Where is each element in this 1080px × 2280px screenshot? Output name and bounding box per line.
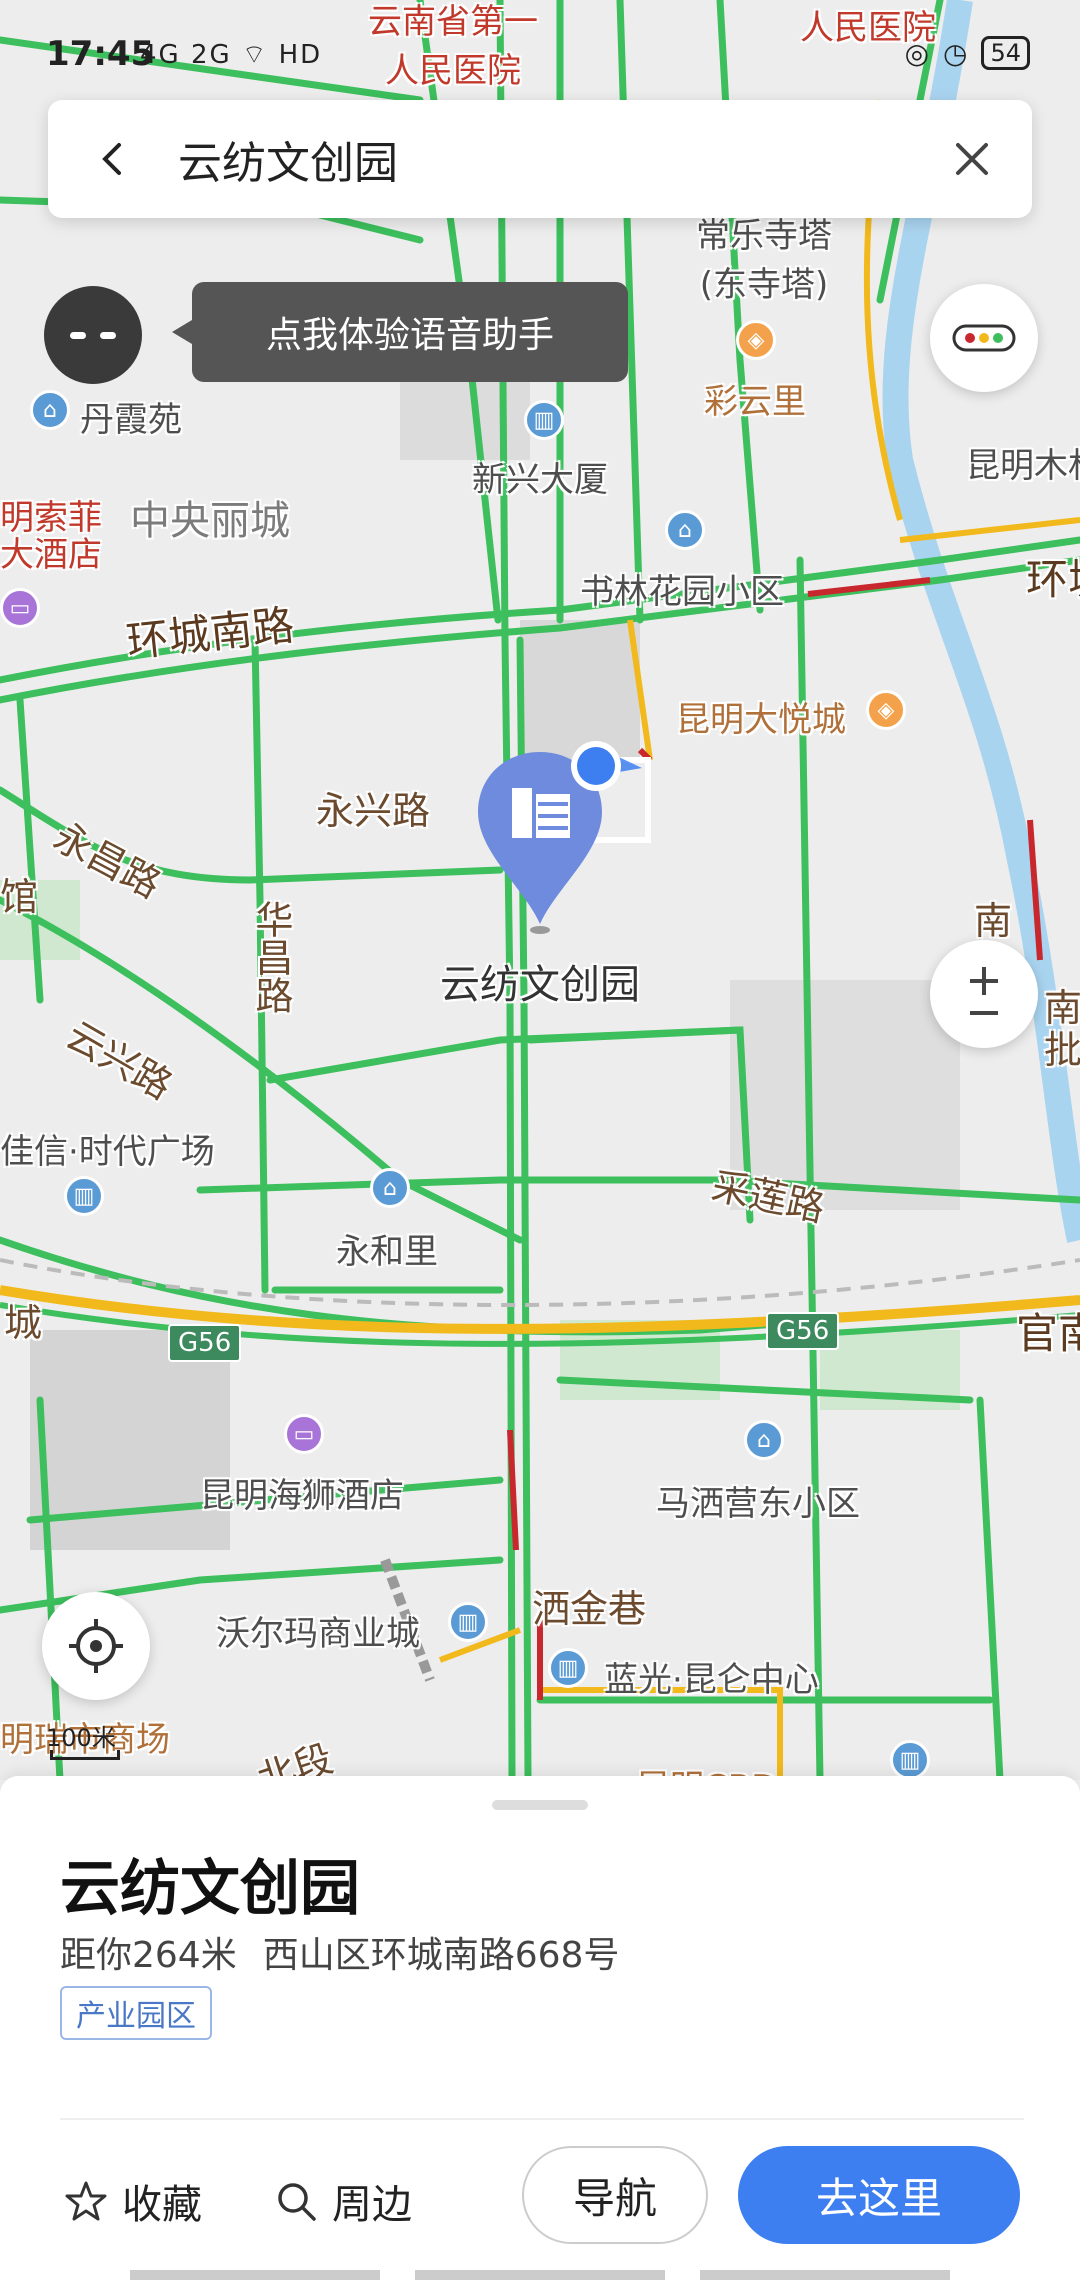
map-label-nanpi: 南 批	[1044, 986, 1080, 1072]
map-label-shulin: 书林花园小区	[580, 572, 784, 612]
map-view[interactable]: ⌂ ◈ ▥ ⌂ ▭ ◈ ▥ ⌂ ▭ ⌂ ▥ ▥ ▥ 云南省第一 人民医院 人民医…	[0, 0, 1080, 1780]
shopping-icon: ◈	[736, 320, 776, 360]
map-label-zhongyang: 中央丽城	[130, 498, 290, 544]
map-label-huachang-road: 华昌路	[249, 900, 293, 1014]
building-icon: ▥	[448, 1602, 488, 1642]
map-label-masaiying: 马洒营东小区	[656, 1484, 860, 1524]
favorite-label: 收藏	[122, 2182, 202, 2228]
search-input[interactable]: 云纺文创园	[178, 127, 912, 191]
close-icon[interactable]	[912, 100, 1032, 218]
highway-shield: G56	[766, 1312, 840, 1350]
current-location-icon	[571, 741, 642, 791]
residence-icon: ⌂	[665, 510, 705, 550]
status-bar: 17:45 4G 2G ⌔ HD ◎ ◷ 54	[0, 0, 1080, 100]
location-status-icon: ◎	[904, 36, 930, 70]
map-label-caiyunli: 彩云里	[704, 382, 806, 422]
nearby-button[interactable]: 周边	[274, 2172, 412, 2230]
map-label-guan: 馆	[0, 875, 39, 919]
place-distance: 距你264米	[60, 1935, 237, 1976]
residence-icon: ⌂	[744, 1420, 784, 1460]
alarm-icon: ◷	[943, 36, 968, 70]
hotel-icon: ▭	[284, 1414, 324, 1454]
highway-shield: G56	[168, 1324, 242, 1362]
place-detail-sheet[interactable]: 云纺文创园 距你264米 西山区环城南路668号 产业园区 收藏 周边 导航 去…	[0, 1776, 1080, 2280]
search-icon	[278, 2183, 316, 2221]
map-label-temple: 常乐寺塔 (东寺塔)	[696, 216, 832, 305]
map-label-haishi: 昆明海狮酒店	[200, 1476, 404, 1516]
map-label-jiujin: 洒金巷	[532, 1587, 647, 1631]
place-title: 云纺文创园	[60, 1854, 360, 1924]
zoom-control[interactable]	[930, 940, 1038, 1048]
map-label-guandu: 官南	[1016, 1309, 1080, 1358]
building-icon: ▥	[64, 1176, 104, 1216]
nearby-label: 周边	[332, 2182, 412, 2228]
signal-icon: 4G 2G ⌔ HD	[140, 40, 323, 70]
traffic-light-icon	[952, 324, 1016, 352]
map-label-cheng: 城	[4, 1301, 43, 1345]
battery-icon: 54	[981, 36, 1030, 70]
voice-assistant-tip[interactable]: 点我体验语音助手	[172, 282, 628, 382]
map-label-yonghe: 永和里	[336, 1232, 438, 1272]
search-bar[interactable]: 云纺文创园	[48, 100, 1032, 218]
favorite-button[interactable]: 收藏	[64, 2172, 202, 2230]
action-bar: 收藏 周边 导航 去这里	[0, 2146, 1080, 2256]
system-nav-bar[interactable]	[130, 2270, 950, 2280]
map-label-nan: 南	[974, 899, 1013, 943]
map-label-huancheng-right: 环城	[1026, 555, 1080, 604]
building-icon: ▥	[890, 1740, 930, 1780]
back-icon[interactable]	[48, 100, 178, 218]
status-icons: ◎ ◷ 54	[905, 36, 1030, 70]
sheet-grab-handle[interactable]	[492, 1800, 588, 1810]
scale-label: 100米	[46, 1724, 116, 1752]
scale-bar	[50, 1750, 120, 1760]
crosshair-icon	[69, 1619, 123, 1673]
map-label-dayuecheng: 昆明大悦城	[676, 700, 846, 740]
building-icon: ▥	[548, 1648, 588, 1688]
traffic-toggle-button[interactable]	[930, 284, 1038, 392]
map-label-walmart: 沃尔玛商业城	[216, 1614, 420, 1654]
shopping-icon: ◈	[866, 690, 906, 730]
status-time: 17:45	[46, 34, 155, 74]
destination-label: 云纺文创园	[440, 962, 640, 1008]
residence-icon: ⌂	[370, 1168, 410, 1208]
map-label-xinxing: 新兴大厦	[472, 460, 608, 500]
hotel-icon: ▭	[0, 588, 40, 628]
navigate-button[interactable]: 导航	[522, 2146, 708, 2244]
building-icon: ▥	[524, 400, 564, 440]
place-meta: 距你264米 西山区环城南路668号	[60, 1926, 619, 1978]
map-label-danxiayuan: 丹霞苑	[80, 400, 182, 440]
place-address: 西山区环城南路668号	[262, 1935, 620, 1976]
voice-assistant-icon[interactable]	[44, 286, 142, 384]
go-here-button[interactable]: 去这里	[738, 2146, 1020, 2244]
map-label-shidai: 佳信·时代广场	[0, 1132, 215, 1172]
map-label-yongxing-road: 永兴路	[316, 789, 431, 833]
divider	[60, 2118, 1024, 2120]
star-icon	[65, 2181, 107, 2221]
residence-icon: ⌂	[30, 390, 70, 430]
map-label-sofitel: 明索菲 大酒店	[0, 498, 102, 576]
map-label-languang: 蓝光·昆仑中心	[604, 1660, 819, 1700]
zoom-in-out-icon[interactable]	[962, 961, 1006, 1027]
category-tag[interactable]: 产业园区	[60, 1986, 212, 2040]
map-label-kunming-mu: 昆明木材	[966, 446, 1080, 486]
locate-me-button[interactable]	[42, 1592, 150, 1700]
